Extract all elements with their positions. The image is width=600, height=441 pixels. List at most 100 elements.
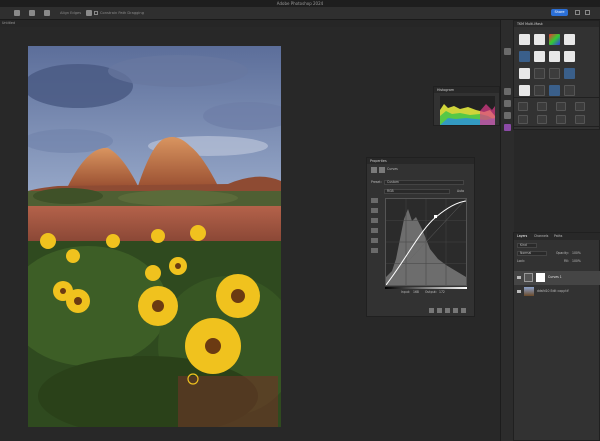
auto-button[interactable]: Auto xyxy=(457,189,464,194)
tkm-list-icon[interactable] xyxy=(564,68,575,79)
options-bar: Align Edges Constrain Path Dragging Shar… xyxy=(0,7,600,20)
tkm-mask-5-icon[interactable] xyxy=(549,51,560,62)
histogram-graph xyxy=(440,96,495,125)
preset-label: Preset: xyxy=(371,180,382,184)
layer-name[interactable]: ddsfd10 Edit copy.tif xyxy=(537,289,569,294)
constrain-label: Constrain Path Dragging xyxy=(100,11,144,15)
view-previous-icon[interactable] xyxy=(437,308,442,313)
trash-icon[interactable] xyxy=(461,308,466,313)
channel-value: RGB xyxy=(387,189,394,193)
opacity-value[interactable]: 100% xyxy=(572,251,581,256)
layer-row[interactable]: ddsfd10 Edit copy.tif xyxy=(514,286,600,298)
tkm-mask-7-icon[interactable] xyxy=(519,68,530,79)
adj-brightness-icon[interactable] xyxy=(518,102,528,111)
curve-point-tool-icon[interactable] xyxy=(371,198,378,203)
eyedropper-black-icon[interactable] xyxy=(371,208,378,213)
curves-layer-thumbnail xyxy=(524,273,533,282)
panel-icon-strip xyxy=(500,20,514,441)
adj-balance-icon[interactable] xyxy=(537,115,547,124)
adj-vibrance-icon[interactable] xyxy=(575,102,585,111)
opacity-label: Opacity: xyxy=(556,251,569,255)
layer-row[interactable]: Curves 1 xyxy=(514,271,600,285)
tkm-mask-3-icon[interactable] xyxy=(564,34,575,45)
output-value[interactable]: 172 xyxy=(439,290,445,295)
preset-select[interactable]: Custom xyxy=(384,180,464,185)
layer-mask-thumbnail[interactable] xyxy=(536,273,545,282)
properties-title: Properties xyxy=(367,158,474,164)
menu-icon[interactable] xyxy=(29,10,35,16)
output-label: Output: xyxy=(425,290,437,294)
histogram-title: Histogram xyxy=(434,87,499,93)
constrain-checkbox[interactable] xyxy=(94,11,98,15)
smooth-icon[interactable] xyxy=(371,248,378,253)
filter-kind-select[interactable]: Kind xyxy=(517,243,537,248)
mask-icon[interactable] xyxy=(379,167,385,173)
adjustments-panel xyxy=(513,97,600,127)
pencil-icon[interactable] xyxy=(371,238,378,243)
align-icon[interactable] xyxy=(44,10,50,16)
plugin-panel-icon[interactable] xyxy=(504,124,511,131)
tkm-mask-2-icon[interactable] xyxy=(534,34,545,45)
input-value[interactable]: 168 xyxy=(413,290,419,295)
kind-label: Kind xyxy=(520,243,527,247)
lock-label: Lock: xyxy=(517,259,526,263)
histogram-panel-icon[interactable] xyxy=(504,48,511,55)
adjustments-panel-icon[interactable] xyxy=(504,100,511,107)
title-bar: Adobe Photoshop 2024 xyxy=(0,0,600,7)
properties-panel: Properties Curves Preset: Custom RGB Aut… xyxy=(366,157,475,317)
align-edges-option[interactable]: Align Edges xyxy=(60,9,81,17)
document-tab[interactable]: Untitled xyxy=(2,20,52,27)
share-button[interactable]: Share xyxy=(551,9,568,16)
landscape-photo xyxy=(28,46,281,427)
visibility-eye-icon[interactable] xyxy=(517,276,521,279)
adj-levels-icon[interactable] xyxy=(537,102,547,111)
input-gradient-bar xyxy=(385,287,467,289)
curves-label: Curves xyxy=(387,167,398,171)
document-tab-row: Untitled xyxy=(0,20,500,27)
tkm-mask-8-icon[interactable] xyxy=(534,68,545,79)
adj-hue-icon[interactable] xyxy=(518,115,528,124)
fill-label: Fill: xyxy=(564,259,570,263)
fill-value[interactable]: 100% xyxy=(572,259,581,264)
adj-exposure-icon[interactable] xyxy=(556,102,566,111)
preset-value: Custom xyxy=(387,180,399,184)
tkm-color-icon[interactable] xyxy=(549,34,560,45)
tkm-mask-11-icon[interactable] xyxy=(534,85,545,96)
tab-layers[interactable]: Layers xyxy=(517,234,527,239)
layers-tab-bar: Layers Channels Paths xyxy=(514,233,600,240)
eyedropper-gray-icon[interactable] xyxy=(371,218,378,223)
channel-select[interactable]: RGB xyxy=(384,189,450,194)
adj-bw-icon[interactable] xyxy=(556,115,566,124)
layers-panel: Layers Channels Paths Kind Normal Opacit… xyxy=(513,232,600,441)
move-tool-icon[interactable] xyxy=(14,10,20,16)
curves-adjustment-icon xyxy=(371,167,377,173)
visibility-eye-icon[interactable] xyxy=(517,290,521,293)
tkm-mask-9-icon[interactable] xyxy=(549,68,560,79)
document-canvas[interactable] xyxy=(28,46,281,427)
search-icon[interactable] xyxy=(575,10,580,15)
tab-paths[interactable]: Paths xyxy=(554,234,562,239)
eyedropper-white-icon[interactable] xyxy=(371,228,378,233)
tkm-mask-6-icon[interactable] xyxy=(564,51,575,62)
tkm-grid-icon[interactable] xyxy=(549,85,560,96)
layer-name[interactable]: Curves 1 xyxy=(548,275,562,280)
tkm-mask-4-icon[interactable] xyxy=(534,51,545,62)
histogram-panel: Histogram xyxy=(433,86,500,126)
image-layer-thumbnail xyxy=(524,287,534,296)
reset-icon[interactable] xyxy=(445,308,450,313)
gear-icon[interactable] xyxy=(86,10,92,16)
tab-channels[interactable]: Channels xyxy=(534,234,548,239)
clip-to-layer-icon[interactable] xyxy=(429,308,434,313)
blend-mode-value: Normal xyxy=(520,251,532,255)
tkm-mask-1-icon[interactable] xyxy=(519,34,530,45)
tkm-fx-icon[interactable] xyxy=(564,85,575,96)
blend-mode-select[interactable]: Normal xyxy=(517,251,547,256)
curves-graph[interactable] xyxy=(385,198,467,286)
layers-panel-icon[interactable] xyxy=(504,112,511,119)
properties-panel-icon[interactable] xyxy=(504,88,511,95)
visibility-icon[interactable] xyxy=(453,308,458,313)
tkm-mask-10-icon[interactable] xyxy=(519,85,530,96)
workspace-icon[interactable] xyxy=(585,10,590,15)
adj-photo-filter-icon[interactable] xyxy=(575,115,585,124)
tkm-user-icon[interactable] xyxy=(519,51,530,62)
